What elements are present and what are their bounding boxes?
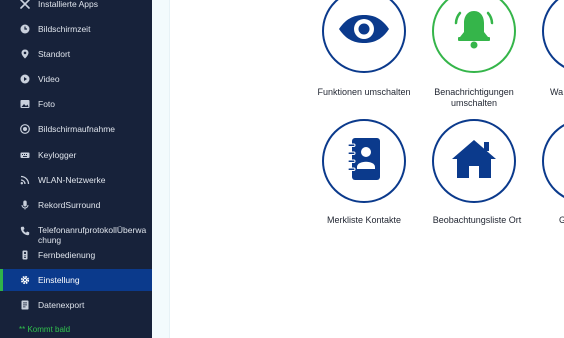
gear-icon bbox=[20, 275, 30, 285]
sidebar-item-settings[interactable]: Einstellung bbox=[0, 269, 152, 291]
sidebar: Installierte Apps Bildschirmzeit Standor… bbox=[0, 0, 152, 338]
tile-icon-circle[interactable] bbox=[322, 119, 406, 203]
record-icon bbox=[20, 124, 30, 134]
sidebar-item-label: Fernbedienung bbox=[38, 250, 96, 260]
sidebar-item-location[interactable]: Standort bbox=[0, 42, 152, 66]
tile-label: Benachrichtigungen umschalten bbox=[434, 87, 514, 108]
tile-icon-circle[interactable] bbox=[542, 0, 564, 73]
sidebar-item-label: Installierte Apps bbox=[38, 0, 99, 9]
sidebar-item-keylogger[interactable]: Keylogger bbox=[0, 143, 152, 167]
tile-icon-circle[interactable] bbox=[432, 119, 516, 203]
sidebar-item-label: TelefonanrufprotokollÜberwachung bbox=[38, 225, 147, 245]
tile-label: Merkliste Kontakte bbox=[326, 215, 402, 225]
settings-grid: Funktionen umschalten Benachrichtigungen… bbox=[171, 0, 564, 338]
sidebar-item-photo[interactable]: Foto bbox=[0, 92, 152, 116]
location-pin-icon bbox=[20, 49, 30, 59]
tile-label: Funktionen umschalten bbox=[317, 87, 411, 97]
sidebar-item-record-surround[interactable]: RekordSurround bbox=[0, 193, 152, 217]
sidebar-item-label: Foto bbox=[38, 99, 56, 109]
wrench-icon bbox=[20, 0, 30, 9]
sidebar-item-label: Bildschirmaufnahme bbox=[38, 124, 116, 134]
image-icon bbox=[20, 99, 30, 109]
tile-icon-circle[interactable] bbox=[322, 0, 406, 73]
phone-icon bbox=[20, 226, 30, 236]
contact-book-icon bbox=[346, 137, 382, 186]
clock-icon bbox=[20, 24, 30, 34]
sidebar-item-label: RekordSurround bbox=[38, 200, 101, 210]
tile-label: Beobachtungsliste Ort bbox=[432, 215, 522, 225]
sidebar-item-video[interactable]: Video bbox=[0, 67, 152, 91]
sidebar-item-label: Bildschirmzeit bbox=[38, 24, 91, 34]
sidebar-item-label: WLAN-Netzwerke bbox=[38, 175, 106, 185]
tile-label: Wa bbox=[550, 87, 564, 97]
tile-label: G bbox=[559, 215, 564, 225]
remote-icon bbox=[20, 250, 30, 260]
sidebar-item-wifi-networks[interactable]: WLAN-Netzwerke bbox=[0, 168, 152, 192]
microphone-icon bbox=[20, 200, 30, 210]
sidebar-item-screen-time[interactable]: Bildschirmzeit bbox=[0, 17, 152, 41]
tile-icon-circle[interactable] bbox=[432, 0, 516, 73]
tile-icon-circle[interactable] bbox=[542, 119, 564, 203]
bell-icon bbox=[452, 7, 496, 56]
wifi-icon bbox=[20, 175, 30, 185]
content-gutter bbox=[152, 0, 170, 338]
sidebar-item-label: Einstellung bbox=[38, 275, 80, 285]
sidebar-item-label: Datenexport bbox=[38, 300, 85, 310]
sidebar-item-label: Keylogger bbox=[38, 150, 77, 160]
sidebar-item-screen-recording[interactable]: Bildschirmaufnahme bbox=[0, 117, 152, 141]
sidebar-item-installed-apps[interactable]: Installierte Apps bbox=[0, 0, 152, 16]
coming-soon-note: ** Kommt bald bbox=[19, 325, 71, 334]
export-icon bbox=[20, 300, 30, 310]
eye-icon bbox=[337, 14, 391, 49]
keyboard-icon bbox=[20, 150, 30, 160]
sidebar-item-label: Video bbox=[38, 74, 60, 84]
sidebar-item-label: Standort bbox=[38, 49, 71, 59]
sidebar-item-remote-control[interactable]: Fernbedienung bbox=[0, 243, 152, 267]
sidebar-item-data-export[interactable]: Datenexport bbox=[0, 293, 152, 317]
house-icon bbox=[450, 138, 498, 185]
play-icon bbox=[20, 74, 30, 84]
